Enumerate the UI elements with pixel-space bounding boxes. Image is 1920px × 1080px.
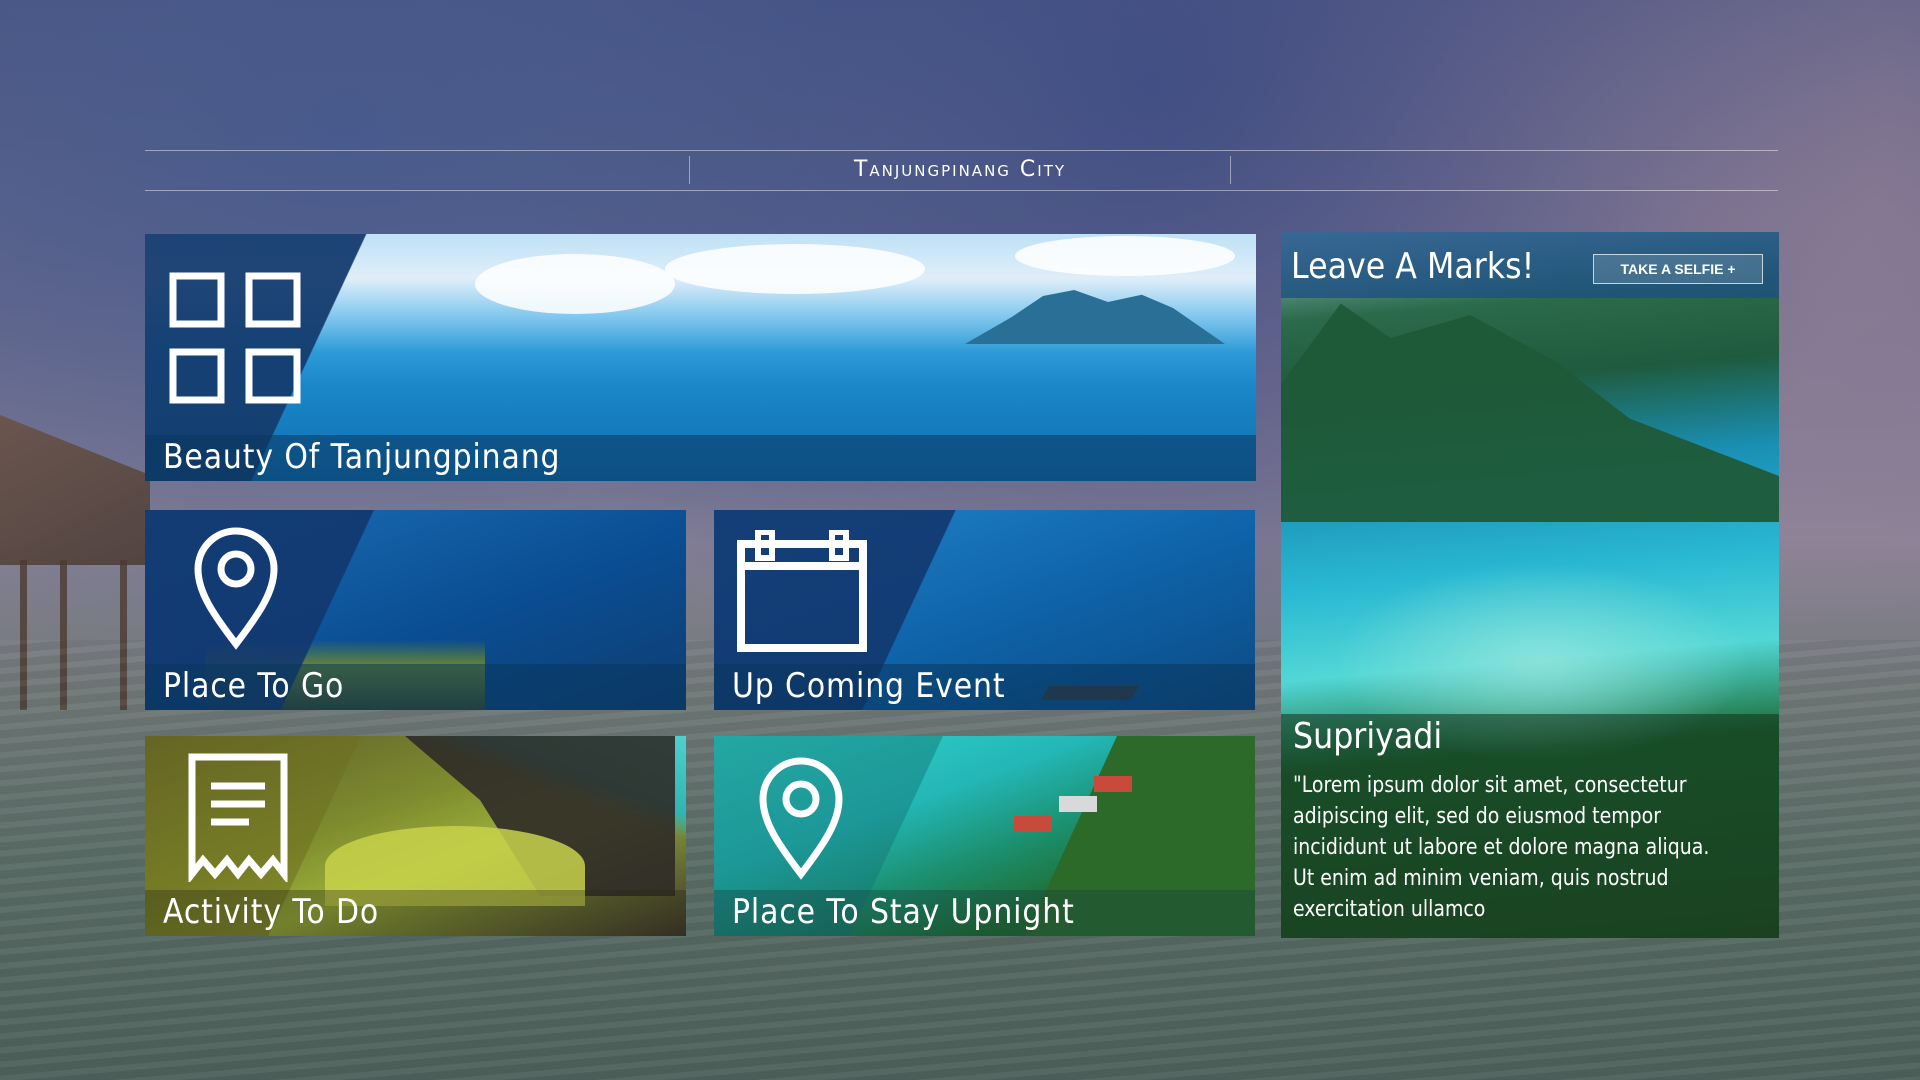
leave-a-marks-panel: Leave A Marks! TAKE A SELFIE + Supriyadi… [1281,232,1779,938]
tile-upcoming-event[interactable]: Up Coming Event [714,510,1255,710]
header-bottom-rule [145,190,1778,191]
tile-label: Place To Go [163,666,345,706]
grid-icon [169,272,301,404]
map-pin-icon [194,527,278,650]
map-pin-icon [759,757,843,880]
testimonial-quote: "Lorem ipsum dolor sit amet, consectetur… [1293,773,1710,922]
tile-activity-to-do[interactable]: Activity To Do [145,736,686,936]
tile-label: Place To Stay Upnight [732,892,1075,932]
header-divider-right [1230,156,1231,184]
hut-roof [0,415,150,565]
tile-beauty-of-tanjungpinang[interactable]: Beauty Of Tanjungpinang [145,234,1256,481]
calendar-icon [737,530,867,652]
tile-label: Beauty Of Tanjungpinang [163,437,561,477]
tile-label: Up Coming Event [732,666,1006,706]
page-title: Tanjungpinang City [853,157,1067,182]
mountain [1281,303,1779,522]
take-selfie-button[interactable]: TAKE A SELFIE + [1593,254,1763,284]
panel-title: Leave A Marks! [1291,246,1535,287]
testimonial-author: Supriyadi [1293,716,1443,757]
tile-place-to-stay[interactable]: Place To Stay Upnight [714,736,1255,936]
tile-place-to-go[interactable]: Place To Go [145,510,686,710]
tile-label: Activity To Do [163,892,380,932]
receipt-icon [188,753,288,882]
